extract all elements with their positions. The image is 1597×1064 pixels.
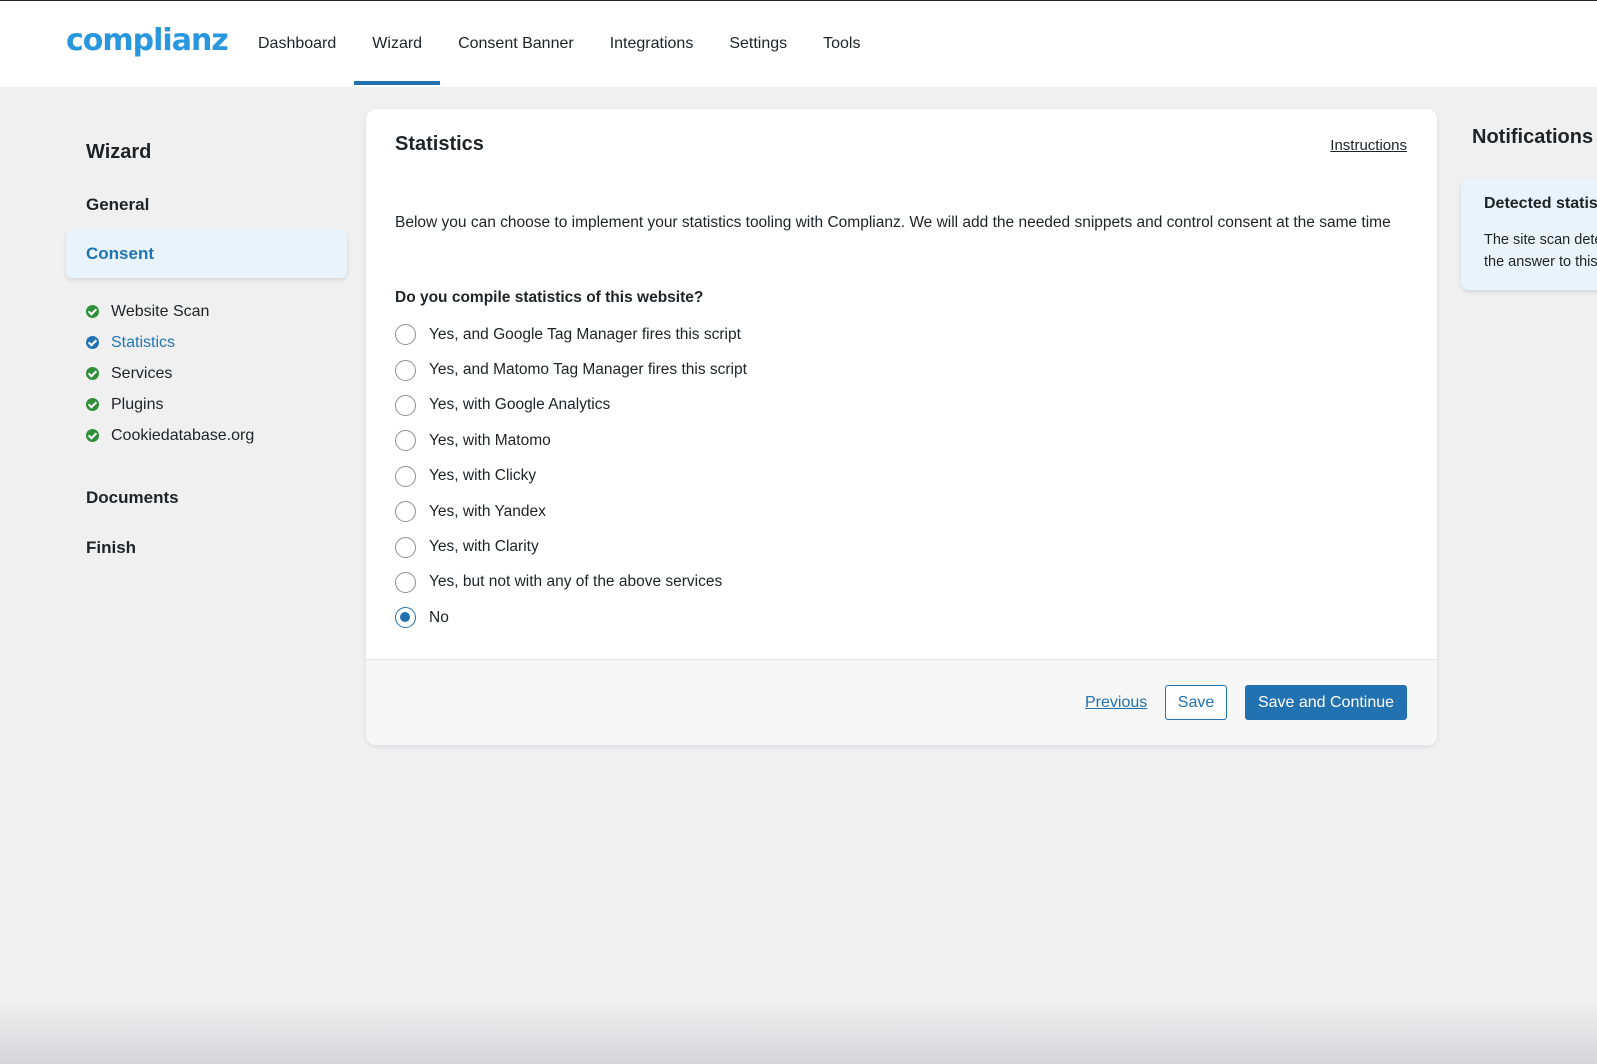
step-plugins[interactable]: Plugins [86,389,347,420]
step-label: Services [111,364,173,382]
card-footer: Previous Save Save and Continue [366,659,1437,745]
statistics-options: Yes, and Google Tag Manager fires this s… [395,317,747,636]
radio-button[interactable] [395,536,416,558]
consent-steps-list: Website Scan Statistics Services Plugins… [66,278,347,473]
option-yandex[interactable]: Yes, with Yandex [395,494,747,529]
radio-button[interactable] [395,324,416,346]
instructions-link[interactable]: Instructions [1330,137,1407,154]
notification-heading: Detected statistics [1484,195,1597,212]
sidebar-section-finish[interactable]: Finish [66,523,347,573]
question-label: Do you compile statistics of this websit… [395,289,704,306]
nav-tools[interactable]: Tools [805,1,878,87]
complete-check-icon [86,367,99,380]
option-label: Yes, with Google Analytics [429,396,611,414]
option-google-analytics[interactable]: Yes, with Google Analytics [395,388,747,423]
option-label: No [429,608,449,626]
notification-body: The site scan detected the answer to thi… [1484,229,1597,273]
complete-check-icon [86,429,99,442]
option-label: Yes, and Google Tag Manager fires this s… [429,325,741,343]
option-no[interactable]: No [395,600,747,635]
radio-button-selected[interactable] [395,607,416,629]
top-bar: complianz Dashboard Wizard Consent Banne… [0,0,1597,87]
option-label: Yes, and Matomo Tag Manager fires this s… [429,361,747,379]
intro-text: Below you can choose to implement your s… [395,214,1391,231]
complete-check-icon [86,305,99,318]
step-cookiedatabase[interactable]: Cookiedatabase.org [86,420,347,451]
option-matomo-tag-manager[interactable]: Yes, and Matomo Tag Manager fires this s… [395,352,747,387]
notifications-title: Notifications [1472,126,1594,148]
option-label: Yes, with Yandex [429,502,546,520]
option-label: Yes, but not with any of the above servi… [429,573,723,591]
current-check-icon [86,336,99,349]
nav-integrations[interactable]: Integrations [592,1,712,87]
radio-button[interactable] [395,430,416,452]
radio-button[interactable] [395,571,416,593]
step-services[interactable]: Services [86,358,347,389]
option-label: Yes, with Clarity [429,538,539,556]
option-label: Yes, with Clicky [429,467,537,485]
option-google-tag-manager[interactable]: Yes, and Google Tag Manager fires this s… [395,317,747,352]
step-label: Cookiedatabase.org [111,426,255,444]
complianz-logo[interactable]: complianz [66,23,229,58]
sidebar-title: Wizard [86,141,152,163]
option-label: Yes, with Matomo [429,431,551,449]
nav-consent-banner[interactable]: Consent Banner [440,1,592,87]
sidebar-section-documents[interactable]: Documents [66,473,347,523]
wizard-sidebar: Wizard General Consent Website Scan Stat… [66,128,347,573]
sidebar-section-consent[interactable]: Consent [66,230,347,278]
step-label: Website Scan [111,302,210,320]
radio-button[interactable] [395,359,416,381]
notification-line: the answer to this [1484,254,1597,270]
radio-button[interactable] [395,394,416,416]
complete-check-icon [86,398,99,411]
option-clarity[interactable]: Yes, with Clarity [395,529,747,564]
previous-button[interactable]: Previous [1085,694,1147,712]
nav-wizard[interactable]: Wizard [354,1,440,87]
save-and-continue-button[interactable]: Save and Continue [1245,685,1407,720]
notification-line: The site scan detected [1484,232,1597,248]
nav-settings[interactable]: Settings [711,1,805,87]
step-website-scan[interactable]: Website Scan [86,296,347,327]
notification-card: Detected statistics The site scan detect… [1461,178,1597,290]
step-statistics[interactable]: Statistics [86,327,347,358]
option-clicky[interactable]: Yes, with Clicky [395,459,747,494]
step-label: Statistics [111,333,176,351]
main-nav: Dashboard Wizard Consent Banner Integrat… [240,1,878,87]
step-label: Plugins [111,395,164,413]
radio-button[interactable] [395,465,416,487]
radio-button[interactable] [395,501,416,523]
nav-dashboard[interactable]: Dashboard [240,1,354,87]
sidebar-section-general[interactable]: General [66,180,347,230]
bottom-edge [0,1000,1597,1064]
option-matomo[interactable]: Yes, with Matomo [395,423,747,458]
option-other-services[interactable]: Yes, but not with any of the above servi… [395,565,747,600]
card-title: Statistics [395,133,484,155]
statistics-card: Statistics Instructions Below you can ch… [366,109,1437,745]
save-button[interactable]: Save [1165,685,1227,720]
